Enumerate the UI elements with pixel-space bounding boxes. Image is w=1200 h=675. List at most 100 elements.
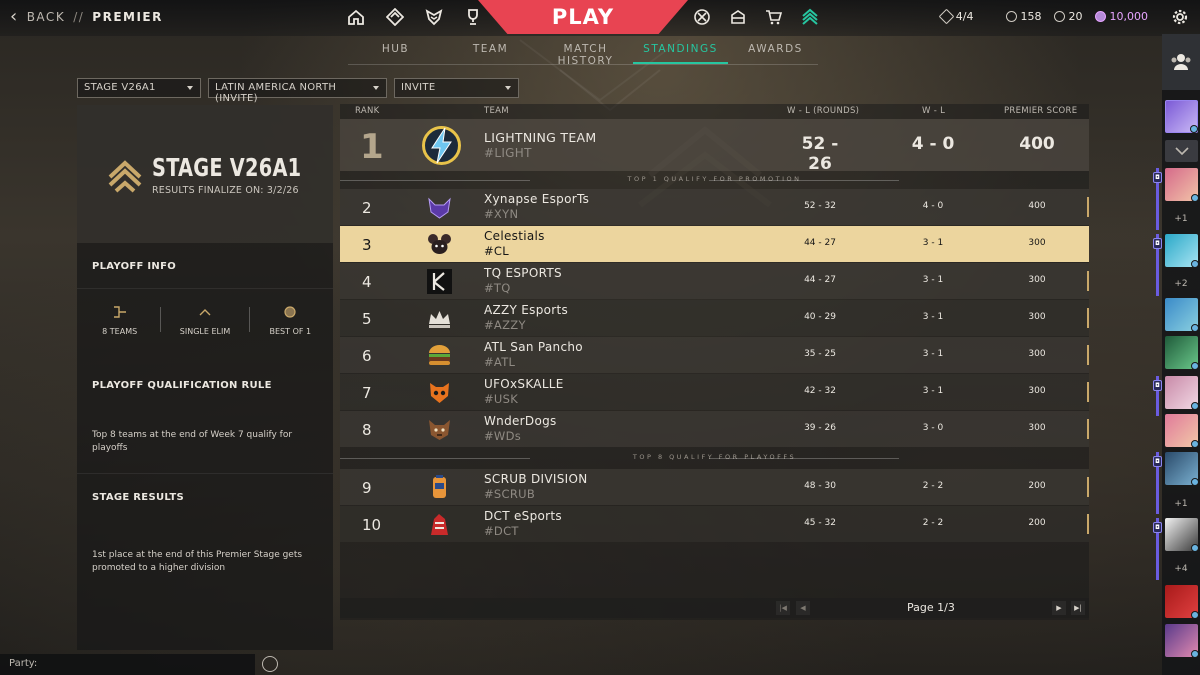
team-logo-celestials-icon <box>428 234 451 254</box>
rank: 2 <box>362 199 372 217</box>
level-icon <box>938 8 955 25</box>
pagination: |◀ ◀ Page 1/3 ▶ ▶| <box>340 598 1089 618</box>
avatar[interactable] <box>1165 298 1199 332</box>
table-row[interactable]: 5 AZZY Esports #AZZY 40 - 29 3 - 1 300 <box>340 300 1089 336</box>
team-logo-ufo-skull-icon <box>430 383 449 403</box>
row-edge <box>1087 197 1089 217</box>
chat-send-icon[interactable] <box>262 656 278 672</box>
best-of-icon <box>284 306 296 318</box>
trophy-icon[interactable] <box>463 7 483 27</box>
page-indicator: Page 1/3 <box>907 601 955 614</box>
table-row[interactable]: 4 TQ ESPORTS #TQ 44 - 27 3 - 1 300 <box>340 263 1089 299</box>
radianite-points[interactable]: 20 <box>1053 10 1083 23</box>
valorant-points[interactable]: 158 <box>1005 10 1042 23</box>
table-row[interactable]: 2 Xynapse EsporTs #XYN 52 - 32 4 - 0 400 <box>340 189 1089 225</box>
stage-emblem-icon <box>108 160 142 193</box>
rounds: 45 - 32 <box>804 518 836 528</box>
table-row[interactable]: 1 LIGHTNING TEAM #LIGHT 52 - 26 4 - 0 40… <box>340 119 1089 174</box>
win-loss: 2 - 2 <box>922 481 944 491</box>
table-row[interactable]: 9 SCRUB DIVISION #SCRUB 48 - 30 2 - 2 20… <box>340 469 1089 505</box>
playoff-series-label: BEST OF 1 <box>269 327 312 336</box>
tab-match-history[interactable]: MATCH HISTORY <box>538 43 633 67</box>
back-button[interactable]: ‹ BACK // PREMIER <box>10 8 163 26</box>
avatar[interactable] <box>1165 414 1199 448</box>
row-edge <box>1087 308 1089 328</box>
group-count: +1 <box>1174 214 1188 224</box>
premier-score: 300 <box>1028 238 1046 248</box>
stage-card: STAGE V26A1 RESULTS FINALIZE ON: 3/2/26 <box>77 105 333 243</box>
team-name: ATL San Pancho <box>484 340 583 354</box>
tab-hub[interactable]: HUB <box>348 43 443 64</box>
status-dot <box>1191 402 1199 410</box>
avatar[interactable] <box>1165 452 1199 486</box>
table-row[interactable]: 7 UFOxSKALLE #USK 42 - 32 3 - 1 300 <box>340 374 1089 410</box>
rank: 7 <box>362 384 372 402</box>
tab-standings[interactable]: STANDINGS <box>633 43 728 64</box>
status-dot <box>1191 544 1199 552</box>
first-page-icon[interactable]: |◀ <box>776 601 790 615</box>
chevron-down-icon <box>187 86 193 90</box>
chevron-down-icon <box>1174 147 1189 155</box>
win-loss: 3 - 1 <box>922 238 944 248</box>
team-tag: #DCT <box>484 524 519 538</box>
rank: 5 <box>362 310 372 328</box>
collapse-button[interactable] <box>1165 140 1198 162</box>
divider <box>77 288 333 289</box>
avatar[interactable] <box>1165 234 1199 268</box>
playoff-format: SINGLE ELIM <box>162 305 247 345</box>
playoff-format-label: SINGLE ELIM <box>179 327 231 336</box>
last-page-icon[interactable]: ▶| <box>1071 601 1085 615</box>
next-page-icon[interactable]: ▶ <box>1052 601 1066 615</box>
avatar[interactable] <box>1165 100 1198 133</box>
stage-dropdown-value: STAGE V26A1 <box>84 82 156 93</box>
division-dropdown-value: INVITE <box>401 82 436 93</box>
team-logo-scrub-icon <box>433 475 446 498</box>
avatar[interactable] <box>1165 376 1199 410</box>
single-elim-icon <box>199 309 211 316</box>
radianite-points-value: 20 <box>1068 10 1083 23</box>
table-row-own-team[interactable]: 3 Celestials #CL 44 - 27 3 - 1 300 <box>340 226 1089 262</box>
table-row[interactable]: 8 WnderDogs #WDs 39 - 26 3 - 0 300 <box>340 411 1089 447</box>
battlepass-icon[interactable] <box>692 7 712 27</box>
breadcrumb: PREMIER <box>92 10 163 24</box>
playoff-info-row: 8 TEAMS SINGLE ELIM BEST OF 1 <box>77 305 333 345</box>
premier-score: 300 <box>1028 312 1046 322</box>
premier-rank-icon[interactable] <box>800 7 820 27</box>
social-sidebar: +1 +2 +1 +4 <box>1162 34 1200 675</box>
table-row[interactable]: 10 DCT eSports #DCT 45 - 32 2 - 2 200 <box>340 506 1089 542</box>
premier-icon[interactable] <box>424 7 444 27</box>
team-logo-lightning-icon <box>422 126 461 165</box>
collection-icon[interactable] <box>728 7 748 27</box>
tab-team[interactable]: TEAM <box>443 43 538 64</box>
prev-page-icon[interactable]: ◀ <box>796 601 810 615</box>
level-indicator[interactable]: 4/4 <box>938 8 974 25</box>
store-icon[interactable] <box>764 7 784 27</box>
team-name: LIGHTNING TEAM <box>484 130 597 145</box>
home-icon[interactable] <box>346 7 366 27</box>
gear-icon[interactable] <box>1170 7 1190 27</box>
team-name: WnderDogs <box>484 414 557 428</box>
avatar[interactable] <box>1165 168 1199 202</box>
agents-icon[interactable] <box>385 7 405 27</box>
avatar[interactable] <box>1165 585 1199 619</box>
play-button[interactable]: PLAY <box>478 0 688 34</box>
kingdom-credits[interactable]: 10,000 <box>1094 10 1148 23</box>
chevron-down-icon <box>373 86 379 90</box>
premier-score: 400 <box>1028 201 1046 211</box>
column-rank: RANK <box>355 106 380 116</box>
rounds: 35 - 25 <box>804 349 836 359</box>
friends-button[interactable] <box>1162 34 1200 90</box>
tab-awards[interactable]: AWARDS <box>728 43 823 64</box>
kingdom-credits-icon <box>1094 11 1106 22</box>
region-dropdown[interactable]: LATIN AMERICA NORTH (INVITE) <box>208 78 387 104</box>
division-dropdown[interactable]: INVITE <box>394 78 519 98</box>
premier-score: 300 <box>1028 386 1046 396</box>
avatar[interactable] <box>1165 624 1199 658</box>
party-chat-input[interactable]: Party: <box>0 654 255 675</box>
avatar[interactable] <box>1165 518 1199 552</box>
tabs-underline <box>348 64 818 65</box>
avatar[interactable] <box>1165 336 1199 370</box>
stage-dropdown[interactable]: STAGE V26A1 <box>77 78 201 98</box>
playoff-teams: 8 TEAMS <box>77 305 162 345</box>
table-row[interactable]: 6 ATL San Pancho #ATL 35 - 25 3 - 1 300 <box>340 337 1089 373</box>
